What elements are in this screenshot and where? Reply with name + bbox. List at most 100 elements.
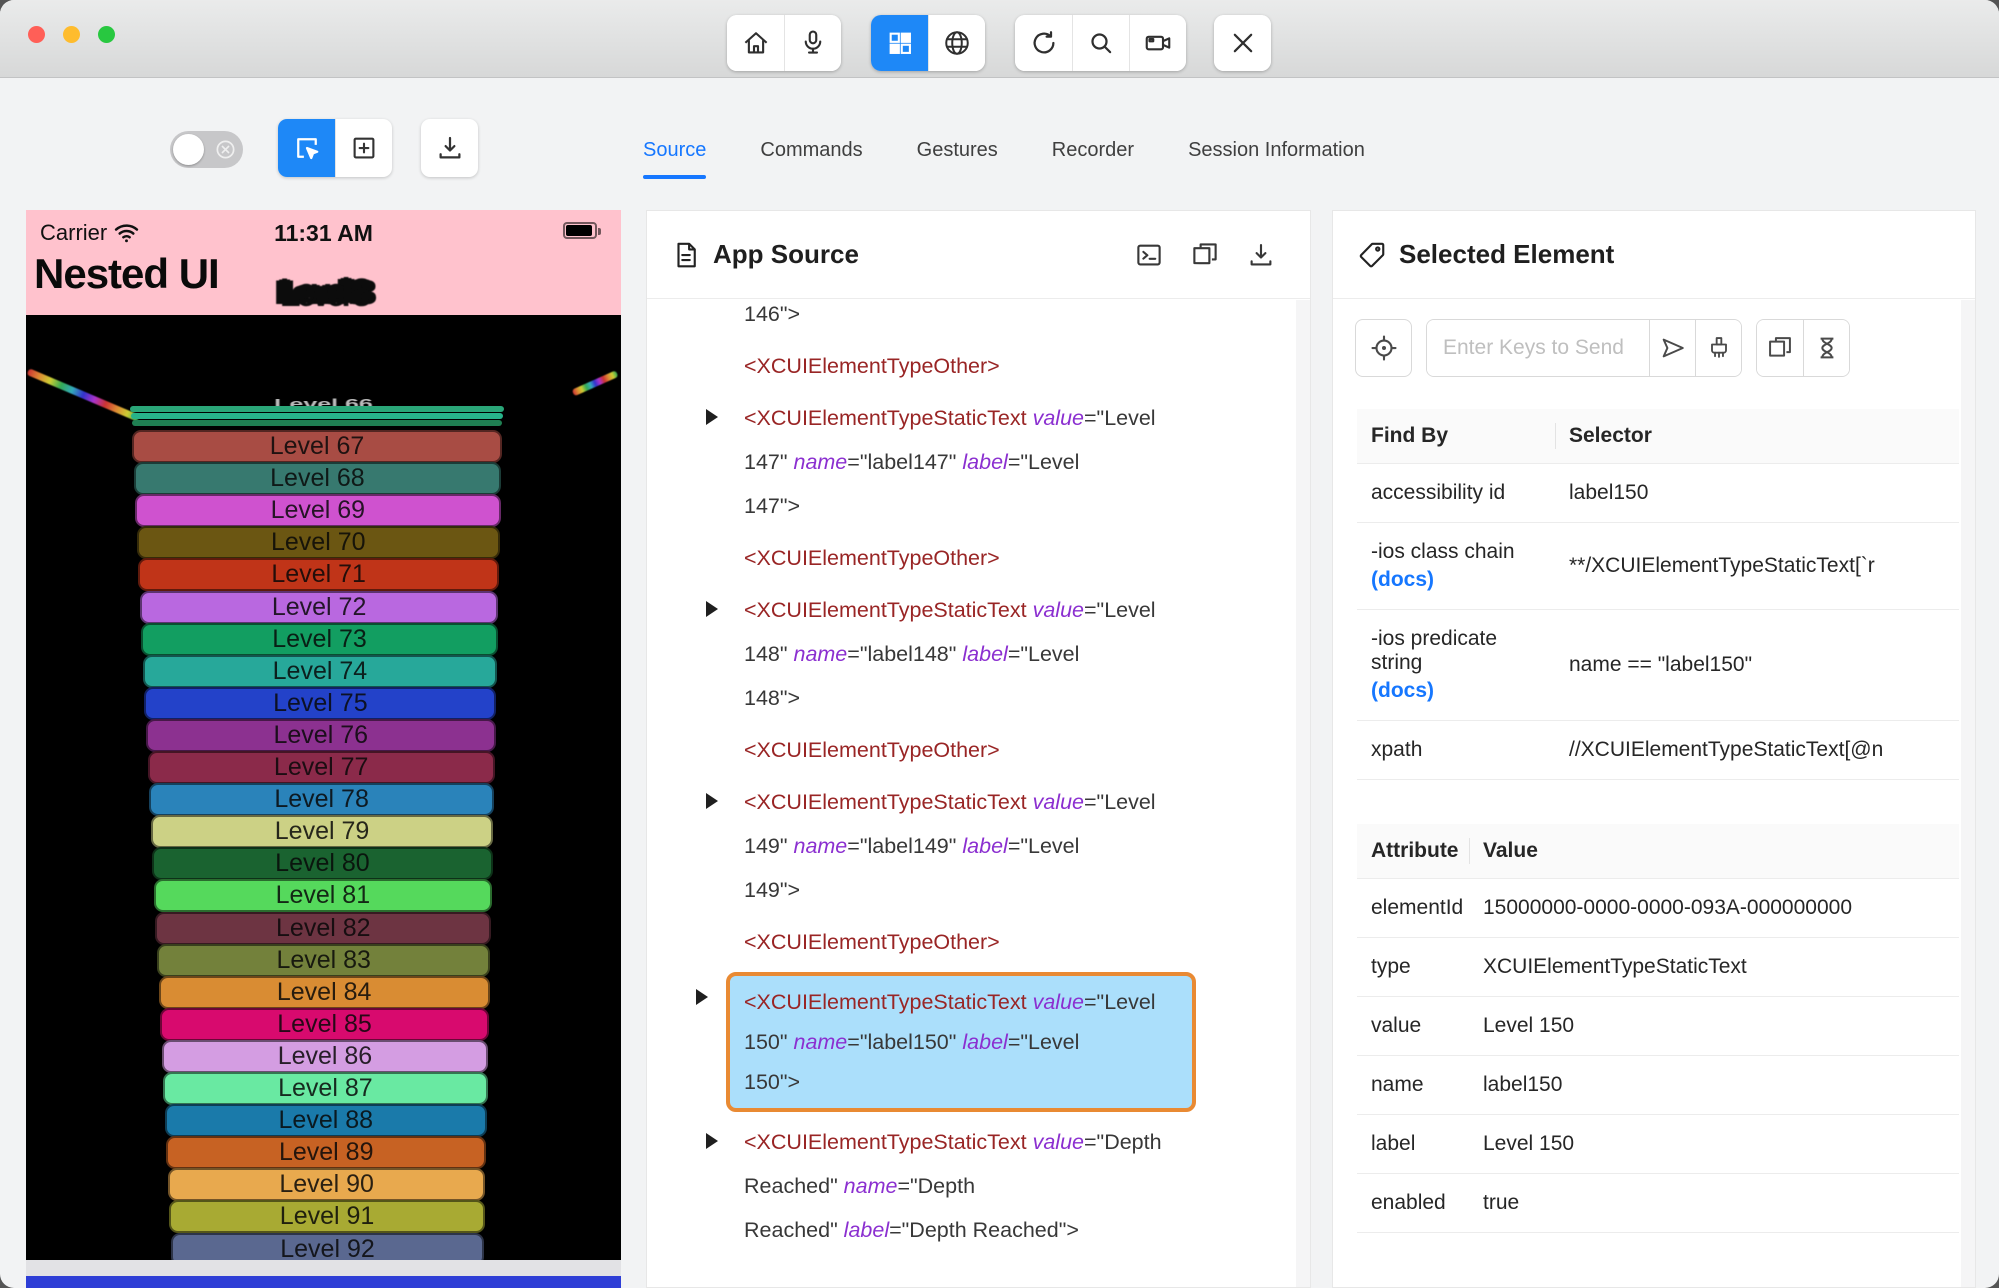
minimize-window-button[interactable] xyxy=(63,26,80,43)
level-bar[interactable]: Level 75 xyxy=(144,686,497,720)
source-line: 147" name="label147" label="Level xyxy=(744,450,1080,474)
table-row: enabled true xyxy=(1357,1173,1959,1233)
tab-recorder[interactable]: Recorder xyxy=(1052,121,1134,179)
source-line: 147"> xyxy=(744,494,801,518)
globe-icon xyxy=(945,31,969,55)
expander-icon[interactable] xyxy=(706,409,718,425)
download-icon[interactable] xyxy=(1246,240,1276,270)
level-bar[interactable]: Level 73 xyxy=(141,622,498,656)
source-node[interactable]: <XCUIElementTypeStaticText value="Level 1… xyxy=(706,588,1296,720)
source-node[interactable]: <XCUIElementTypeOther> xyxy=(744,536,1296,580)
level-bar[interactable]: Level 85 xyxy=(160,1007,490,1041)
app-source-panel: App Source 146"> <XCUIElementTypeOther> <X… xyxy=(646,210,1311,1288)
device-screenshot[interactable]: Carrier 11:31 AM Nested UI Level 8 Level… xyxy=(26,210,621,1288)
grid-view-button[interactable] xyxy=(871,15,928,71)
level-bar[interactable]: Level 69 xyxy=(135,494,501,528)
select-element-button[interactable] xyxy=(278,119,335,177)
source-node[interactable]: <XCUIElementTypeOther> xyxy=(744,920,1296,964)
table-row: xpath//XCUIElementTypeStaticText[@n xyxy=(1357,720,1959,780)
expander-icon[interactable] xyxy=(706,793,718,809)
level-bar[interactable]: Level 88 xyxy=(164,1104,487,1138)
screen-recording-icon xyxy=(1145,35,1171,51)
app-source-header: App Source xyxy=(647,211,1310,299)
expander-icon[interactable] xyxy=(706,601,718,617)
level-bar[interactable]: Level 78 xyxy=(149,783,495,817)
selector-cell: **/XCUIElementTypeStaticText[`r xyxy=(1555,522,1959,610)
expander-icon[interactable] xyxy=(706,1133,718,1149)
level-bar[interactable]: Level 76 xyxy=(146,718,496,752)
copy-icon[interactable] xyxy=(1190,240,1220,270)
level-bar[interactable]: Level 82 xyxy=(155,911,492,945)
screen-recording-button[interactable] xyxy=(1129,15,1186,71)
maximize-window-button[interactable] xyxy=(98,26,115,43)
refresh-button[interactable] xyxy=(1015,15,1072,71)
source-node[interactable]: <XCUIElementTypeStaticText value="Depth R… xyxy=(706,1120,1296,1252)
selector-header: Selector xyxy=(1555,409,1959,464)
level-bar[interactable]: Level 74 xyxy=(142,654,497,688)
copy-attributes-button[interactable] xyxy=(1757,320,1803,376)
selector-cell: //XCUIElementTypeStaticText[@n xyxy=(1555,720,1959,780)
level-bar[interactable]: Level 90 xyxy=(167,1168,486,1202)
tab-gestures[interactable]: Gestures xyxy=(917,121,998,179)
send-keys-button[interactable] xyxy=(1649,320,1695,376)
level-bar[interactable]: Level 84 xyxy=(158,975,490,1009)
level-bar[interactable]: Level 68 xyxy=(133,462,502,496)
level-bar[interactable]: Level 86 xyxy=(161,1039,489,1073)
clear-element-button[interactable] xyxy=(1695,320,1741,376)
wait-timeout-button[interactable] xyxy=(1803,320,1849,376)
source-node-selected[interactable]: <XCUIElementTypeStaticText value="Level 1… xyxy=(696,972,1196,1112)
value-cell: Level 150 xyxy=(1469,1114,1959,1174)
level-bar[interactable]: Level 80 xyxy=(152,847,493,881)
source-node[interactable]: <XCUIElementTypeOther> xyxy=(744,728,1296,772)
locate-element-button[interactable] xyxy=(1355,319,1412,377)
source-node[interactable]: <XCUIElementTypeOther> xyxy=(744,344,1296,388)
level-bar[interactable]: Level 91 xyxy=(169,1200,485,1234)
value-header: Value xyxy=(1469,824,1959,879)
level-bar[interactable]: Level 81 xyxy=(153,879,492,913)
close-window-button[interactable] xyxy=(28,26,45,43)
expander-icon[interactable] xyxy=(696,989,708,1005)
level-bar[interactable]: Level 71 xyxy=(138,558,500,592)
attribute-cell: value xyxy=(1357,996,1469,1056)
source-scrollbar[interactable] xyxy=(1296,300,1310,1287)
add-element-button[interactable] xyxy=(335,119,392,177)
overlapping-level-text: Level 8 xyxy=(279,272,371,310)
send-icon xyxy=(1662,338,1684,358)
view-button-group xyxy=(871,15,985,71)
selected-element-scrollbar[interactable] xyxy=(1961,300,1975,1287)
microphone-button[interactable] xyxy=(784,15,841,71)
terminal-icon[interactable] xyxy=(1134,240,1164,270)
download-screenshot-button[interactable] xyxy=(421,119,478,177)
table-row: label Level 150 xyxy=(1357,1114,1959,1174)
source-node[interactable]: <XCUIElementTypeStaticText value="Level 1… xyxy=(706,396,1296,528)
level-bar[interactable]: Level 72 xyxy=(139,590,499,624)
level-bar[interactable]: Level 70 xyxy=(136,526,500,560)
globe-button[interactable] xyxy=(928,15,985,71)
attribute-cell: name xyxy=(1357,1055,1469,1115)
search-button[interactable] xyxy=(1072,15,1129,71)
element-interaction-toggle[interactable] xyxy=(170,131,243,168)
attribute-table: Attribute Value elementId 15000000-0000-0… xyxy=(1357,824,1959,1233)
source-tree[interactable]: 146"> <XCUIElementTypeOther> <XCUIElementT… xyxy=(647,300,1296,1287)
refresh-icon xyxy=(1033,31,1054,54)
home-button[interactable] xyxy=(727,15,784,71)
level-bar[interactable]: Level 83 xyxy=(156,943,491,977)
tab-commands[interactable]: Commands xyxy=(760,121,862,179)
hourglass-icon xyxy=(1820,337,1833,359)
quit-session-button[interactable] xyxy=(1214,15,1271,71)
level-bar[interactable]: Level 77 xyxy=(147,751,495,784)
attribute-cell: label xyxy=(1357,1114,1469,1174)
source-node[interactable]: <XCUIElementTypeStaticText value="Level 1… xyxy=(706,780,1296,912)
level-bar[interactable]: Level 89 xyxy=(166,1136,487,1170)
send-keys-input[interactable] xyxy=(1427,320,1649,376)
tab-source[interactable]: Source xyxy=(643,121,707,179)
tab-session-information[interactable]: Session Information xyxy=(1188,121,1365,179)
level-bar[interactable]: Level 79 xyxy=(150,815,494,849)
docs-link[interactable]: (docs) xyxy=(1371,568,1541,592)
source-line: <XCUIElementTypeStaticText value="Level xyxy=(744,598,1156,622)
source-node[interactable]: 146"> xyxy=(744,300,1296,336)
docs-link[interactable]: (docs) xyxy=(1371,679,1541,703)
level-bar[interactable]: Level 87 xyxy=(163,1072,488,1105)
attribute-cell: enabled xyxy=(1357,1173,1469,1233)
level-bar[interactable]: Level 67 xyxy=(132,430,502,463)
